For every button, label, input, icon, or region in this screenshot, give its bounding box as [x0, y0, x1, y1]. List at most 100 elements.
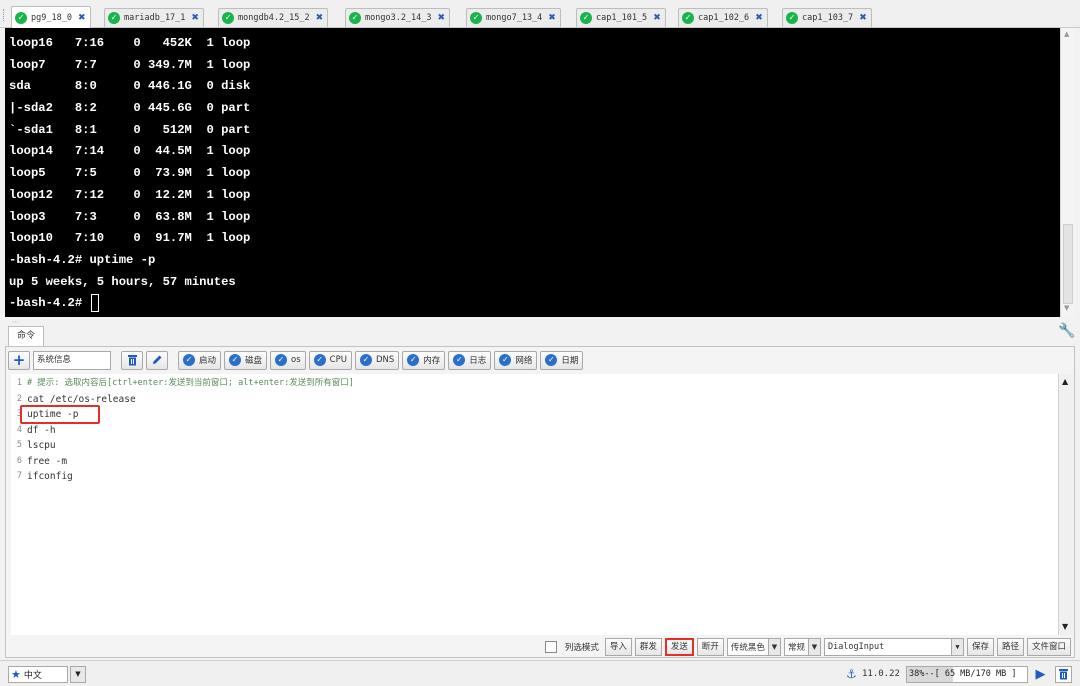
splitter-handle[interactable]: ⋯ [12, 318, 19, 326]
editor-line: 4 df -h [11, 423, 1058, 439]
connected-check-icon: ✓ [470, 12, 482, 24]
chevron-down-icon: ▼ [950, 639, 963, 655]
font-select-value: DialogInput [827, 642, 885, 652]
session-tab[interactable]: ✓ mariadb_17_1 ✖ [104, 8, 204, 27]
quick-command-button[interactable]: ✓ 网络 [494, 350, 538, 370]
chevron-down-icon: ▼ [807, 639, 820, 655]
quick-command-label: os [291, 355, 301, 365]
edit-button[interactable] [146, 350, 168, 370]
close-icon[interactable]: ✖ [78, 13, 86, 23]
line-number: 1 [16, 378, 22, 388]
session-tab-label: cap1_101_5 [596, 13, 648, 23]
connected-check-icon: ✓ [786, 12, 798, 24]
play-button[interactable]: ▶ [1032, 666, 1049, 683]
scroll-up-icon[interactable]: ▲ [1062, 377, 1068, 386]
quick-command-button[interactable]: ✓ 内存 [402, 350, 446, 370]
close-icon[interactable]: ✖ [548, 13, 556, 23]
line-text: # 提示: 选取内容后[ctrl+enter:发送到当前窗口; alt+ente… [27, 378, 354, 388]
terminal-output[interactable]: loop16 7:16 0 452K 1 loop loop7 7:7 0 349… [5, 28, 1060, 317]
session-tab[interactable]: ✓ cap1_103_7 ✖ [782, 8, 872, 27]
file-window-button[interactable]: 文件窗口 [1026, 638, 1071, 656]
close-icon[interactable]: ✖ [438, 13, 446, 23]
check-circle-icon: ✓ [499, 354, 512, 366]
terminal-scrollbar[interactable]: ▲ ▼ [1060, 28, 1075, 317]
delete-button[interactable] [121, 350, 143, 370]
connected-check-icon: ✓ [15, 11, 27, 24]
check-circle-icon: ✓ [275, 354, 288, 366]
trash-icon [1059, 669, 1068, 680]
plus-icon: + [12, 351, 26, 369]
scroll-down-icon[interactable]: ▼ [1064, 304, 1069, 312]
terminal-line: -bash-4.2# uptime -p [9, 252, 156, 267]
terminal-line: loop5 7:5 0 73.9M 1 loop [9, 166, 251, 181]
memory-usage-bar[interactable]: 38%--[ 65 MB/170 MB ] [906, 666, 1028, 683]
close-icon[interactable]: ✖ [653, 13, 661, 23]
status-bar: ★ 中文 ▼ ⚓ 11.0.22 38%--[ 65 MB/170 MB ] ▶ [0, 660, 1080, 686]
java-version: 11.0.22 [862, 669, 900, 679]
connected-check-icon: ✓ [580, 12, 592, 24]
command-editor[interactable]: 1 # 提示: 选取内容后[ctrl+enter:发送到当前窗口; alt+ent… [11, 374, 1058, 635]
quick-command-button[interactable]: ✓ 日志 [448, 350, 492, 370]
quick-command-button[interactable]: ✓ 磁盘 [224, 350, 268, 370]
style-select[interactable]: 常规 ▼ [783, 638, 821, 656]
terminal-line: loop12 7:12 0 12.2M 1 loop [9, 187, 251, 202]
editor-line: 5 lscpu [11, 438, 1058, 454]
quick-command-button[interactable]: ✓ 日期 [540, 350, 584, 370]
language-dropdown-button[interactable]: ▼ [70, 666, 86, 683]
disconnect-button[interactable]: 断开 [696, 638, 724, 656]
session-tab[interactable]: ✓ mongdb4.2_15_2 ✖ [218, 8, 329, 27]
editor-line: 1 # 提示: 选取内容后[ctrl+enter:发送到当前窗口; alt+ent… [11, 376, 1058, 392]
tab-command[interactable]: 命令 [8, 326, 44, 346]
group-send-button[interactable]: 群发 [634, 638, 662, 656]
quick-command-button[interactable]: ✓ 启动 [178, 350, 222, 370]
session-tab[interactable]: ✓ mongo7_13_4 ✖ [466, 8, 561, 27]
connected-check-icon: ✓ [682, 12, 694, 24]
wrench-icon[interactable]: 🔧 [1058, 323, 1075, 339]
line-text: df -h [27, 424, 56, 436]
save-button[interactable]: 保存 [966, 638, 994, 656]
session-tab[interactable]: ✓ mongo3.2_14_3 ✖ [345, 8, 451, 27]
editor-scrollbar[interactable]: ▲ ▼ [1058, 374, 1073, 635]
column-mode-checkbox[interactable] [544, 641, 557, 653]
terminal-line: loop3 7:3 0 63.8M 1 loop [9, 209, 251, 224]
session-tab-label: mongdb4.2_15_2 [238, 13, 310, 23]
close-icon[interactable]: ✖ [191, 13, 199, 23]
session-tab-label: mongo3.2_14_3 [365, 13, 432, 23]
send-button[interactable]: 发送 [664, 638, 694, 656]
terminal-line: loop16 7:16 0 452K 1 loop [9, 36, 251, 50]
command-group-select[interactable]: 系统信息 [33, 350, 111, 370]
chevron-down-icon: ▼ [75, 670, 81, 678]
session-tab[interactable]: ✓ cap1_101_5 ✖ [576, 8, 666, 27]
terminal-line: |-sda2 8:2 0 445.6G 0 part [9, 101, 251, 116]
add-button[interactable]: + [8, 350, 30, 370]
play-icon: ▶ [1035, 667, 1046, 682]
quick-command-button[interactable]: ✓ CPU [308, 350, 352, 370]
close-icon[interactable]: ✖ [755, 13, 763, 23]
connected-check-icon: ✓ [222, 12, 234, 24]
language-select[interactable]: ★ 中文 [8, 666, 68, 683]
close-icon[interactable]: ✖ [859, 13, 867, 23]
quick-command-label: 内存 [423, 356, 441, 366]
check-circle-icon: ✓ [183, 354, 195, 366]
font-select[interactable]: DialogInput ▼ [823, 638, 964, 656]
quick-command-button[interactable]: ✓ os [270, 350, 306, 370]
path-button[interactable]: 路径 [996, 638, 1024, 656]
check-circle-icon: ✓ [453, 354, 466, 366]
session-tab-label: cap1_102_6 [698, 13, 750, 23]
scroll-down-icon[interactable]: ▼ [1062, 622, 1068, 631]
line-number: 6 [16, 455, 22, 466]
terminal-scroll-thumb[interactable] [1063, 224, 1073, 304]
clear-button[interactable] [1055, 666, 1072, 683]
pencil-icon [153, 355, 162, 364]
scroll-up-icon[interactable]: ▲ [1064, 30, 1069, 38]
theme-select[interactable]: 传统黑色 ▼ [726, 638, 781, 656]
terminal-prompt-line: -bash-4.2# [5, 293, 1060, 315]
check-circle-icon: ✓ [407, 354, 420, 366]
import-button[interactable]: 导入 [604, 638, 632, 656]
close-icon[interactable]: ✖ [316, 13, 324, 23]
session-tab[interactable]: ✓ pg9_18_0 ✖ [11, 6, 91, 28]
quick-command-label: 日志 [469, 356, 487, 366]
session-tab[interactable]: ✓ cap1_102_6 ✖ [678, 8, 768, 27]
session-tab-label: mongo7_13_4 [486, 13, 543, 23]
quick-command-button[interactable]: ✓ DNS [354, 350, 400, 370]
